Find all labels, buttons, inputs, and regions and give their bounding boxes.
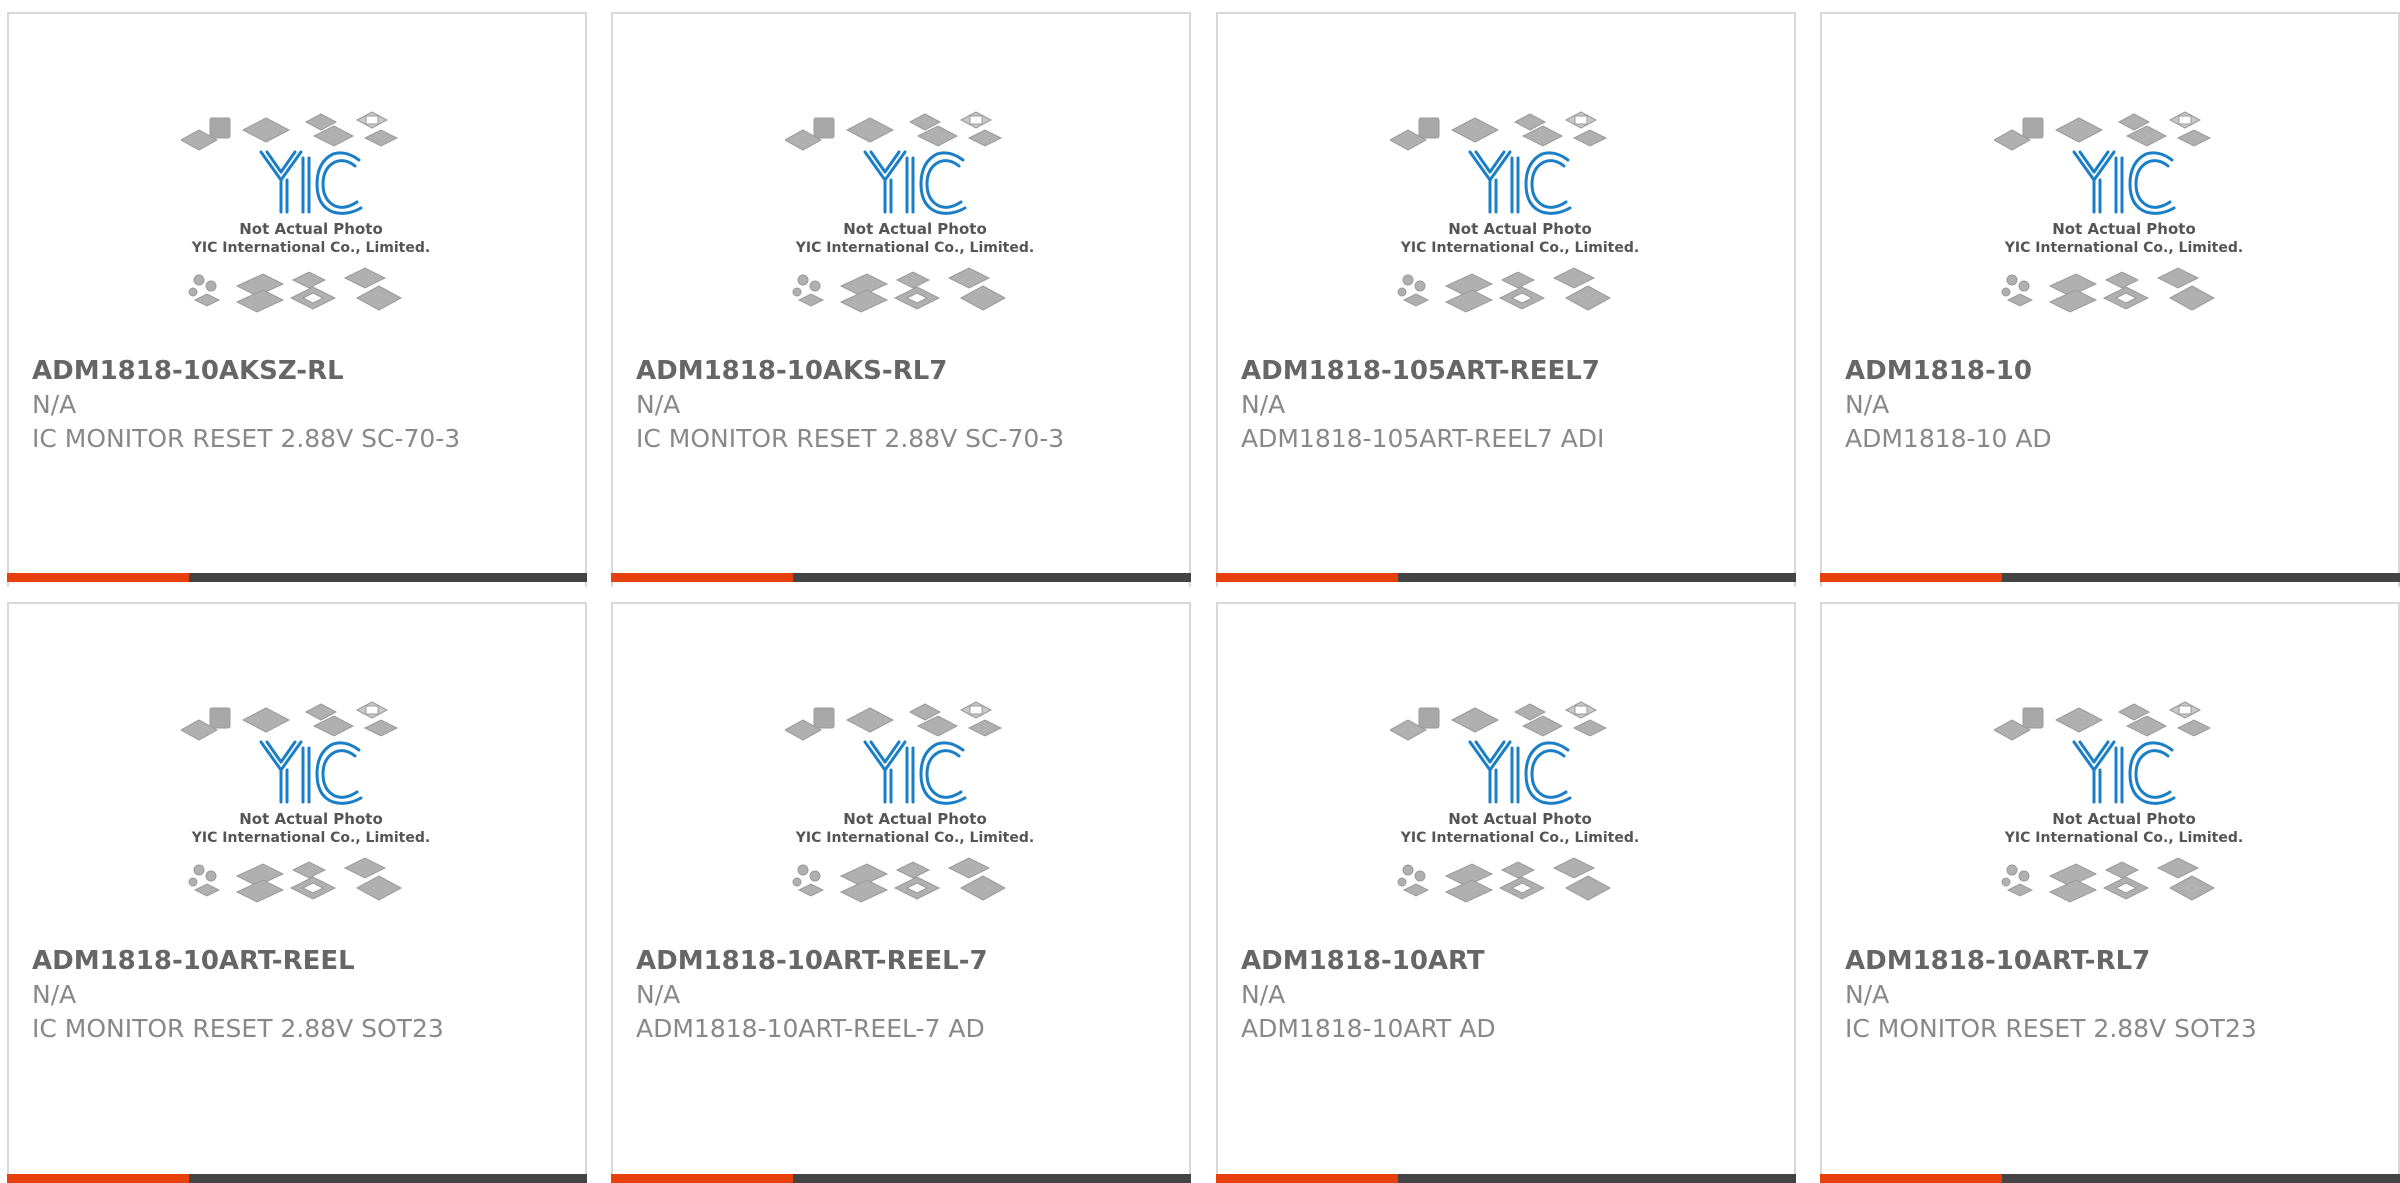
product-part-number[interactable]: ADM1818-10AKS-RL7 [636,354,947,388]
card-bottom-bar [7,1174,587,1183]
company-name-text: YIC International Co., Limited. [795,240,1034,256]
product-description: ADM1818-10ART AD [1241,1014,1496,1043]
product-placeholder-image[interactable]: Not Actual Photo YIC International Co., … [785,102,1045,352]
product-manufacturer: N/A [1241,980,1286,1009]
not-actual-photo-text: Not Actual Photo [1448,220,1592,238]
card-bottom-bar [7,573,587,582]
product-placeholder-image[interactable]: Not Actual Photo YIC International Co., … [181,102,441,352]
card-accent-stripe [611,1174,793,1183]
card-bottom-bar [611,573,1191,582]
product-part-number[interactable]: ADM1818-10AKSZ-RL [32,354,344,388]
not-actual-photo-text: Not Actual Photo [843,220,987,238]
card-accent-stripe [1216,573,1398,582]
product-manufacturer: N/A [1241,390,1286,419]
product-manufacturer: N/A [32,980,77,1009]
product-placeholder-image[interactable]: Not Actual Photo YIC International Co., … [785,692,1045,942]
company-name-text: YIC International Co., Limited. [191,240,430,256]
product-card[interactable]: Not Actual Photo YIC International Co., … [1820,12,2400,587]
card-bottom-bar [1820,1174,2400,1183]
not-actual-photo-text: Not Actual Photo [239,810,383,828]
product-part-number[interactable]: ADM1818-10ART-REEL-7 [636,944,988,978]
card-accent-stripe [1820,1174,2002,1183]
company-name-text: YIC International Co., Limited. [1400,830,1639,846]
product-placeholder-image[interactable]: Not Actual Photo YIC International Co., … [1994,102,2254,352]
product-manufacturer: N/A [1845,390,1890,419]
not-actual-photo-text: Not Actual Photo [239,220,383,238]
product-placeholder-image[interactable]: Not Actual Photo YIC International Co., … [181,692,441,942]
product-placeholder-image[interactable]: Not Actual Photo YIC International Co., … [1994,692,2254,942]
product-manufacturer: N/A [636,980,681,1009]
product-card[interactable]: Not Actual Photo YIC International Co., … [611,602,1191,1183]
product-manufacturer: N/A [636,390,681,419]
card-bottom-bar [1820,573,2400,582]
product-part-number[interactable]: ADM1818-10ART-RL7 [1845,944,2150,978]
product-placeholder-image[interactable]: Not Actual Photo YIC International Co., … [1390,692,1650,942]
card-bottom-bar [1216,1174,1796,1183]
not-actual-photo-text: Not Actual Photo [2052,220,2196,238]
company-name-text: YIC International Co., Limited. [1400,240,1639,256]
product-part-number[interactable]: ADM1818-10ART-REEL [32,944,355,978]
product-card[interactable]: Not Actual Photo YIC International Co., … [7,602,587,1183]
product-description: IC MONITOR RESET 2.88V SOT23 [32,1014,444,1043]
product-card[interactable]: Not Actual Photo YIC International Co., … [611,12,1191,587]
company-name-text: YIC International Co., Limited. [795,830,1034,846]
product-part-number[interactable]: ADM1818-10 [1845,354,2032,388]
company-name-text: YIC International Co., Limited. [2004,830,2243,846]
card-accent-stripe [1820,573,2002,582]
not-actual-photo-text: Not Actual Photo [843,810,987,828]
product-card[interactable]: Not Actual Photo YIC International Co., … [1216,12,1796,587]
product-description: IC MONITOR RESET 2.88V SC-70-3 [636,424,1065,453]
product-card[interactable]: Not Actual Photo YIC International Co., … [7,12,587,587]
product-placeholder-image[interactable]: Not Actual Photo YIC International Co., … [1390,102,1650,352]
product-description: IC MONITOR RESET 2.88V SC-70-3 [32,424,461,453]
product-card[interactable]: Not Actual Photo YIC International Co., … [1216,602,1796,1183]
card-accent-stripe [1216,1174,1398,1183]
company-name-text: YIC International Co., Limited. [191,830,430,846]
product-description: IC MONITOR RESET 2.88V SOT23 [1845,1014,2257,1043]
card-accent-stripe [7,573,189,582]
product-card[interactable]: Not Actual Photo YIC International Co., … [1820,602,2400,1183]
product-description: ADM1818-105ART-REEL7 ADI [1241,424,1605,453]
product-part-number[interactable]: ADM1818-105ART-REEL7 [1241,354,1600,388]
product-description: ADM1818-10ART-REEL-7 AD [636,1014,985,1043]
card-bottom-bar [611,1174,1191,1183]
card-accent-stripe [611,573,793,582]
product-grid: Not Actual Photo YIC International Co., … [0,0,2400,1183]
card-bottom-bar [1216,573,1796,582]
company-name-text: YIC International Co., Limited. [2004,240,2243,256]
product-part-number[interactable]: ADM1818-10ART [1241,944,1485,978]
product-manufacturer: N/A [32,390,77,419]
product-description: ADM1818-10 AD [1845,424,2052,453]
product-manufacturer: N/A [1845,980,1890,1009]
card-accent-stripe [7,1174,189,1183]
not-actual-photo-text: Not Actual Photo [2052,810,2196,828]
not-actual-photo-text: Not Actual Photo [1448,810,1592,828]
